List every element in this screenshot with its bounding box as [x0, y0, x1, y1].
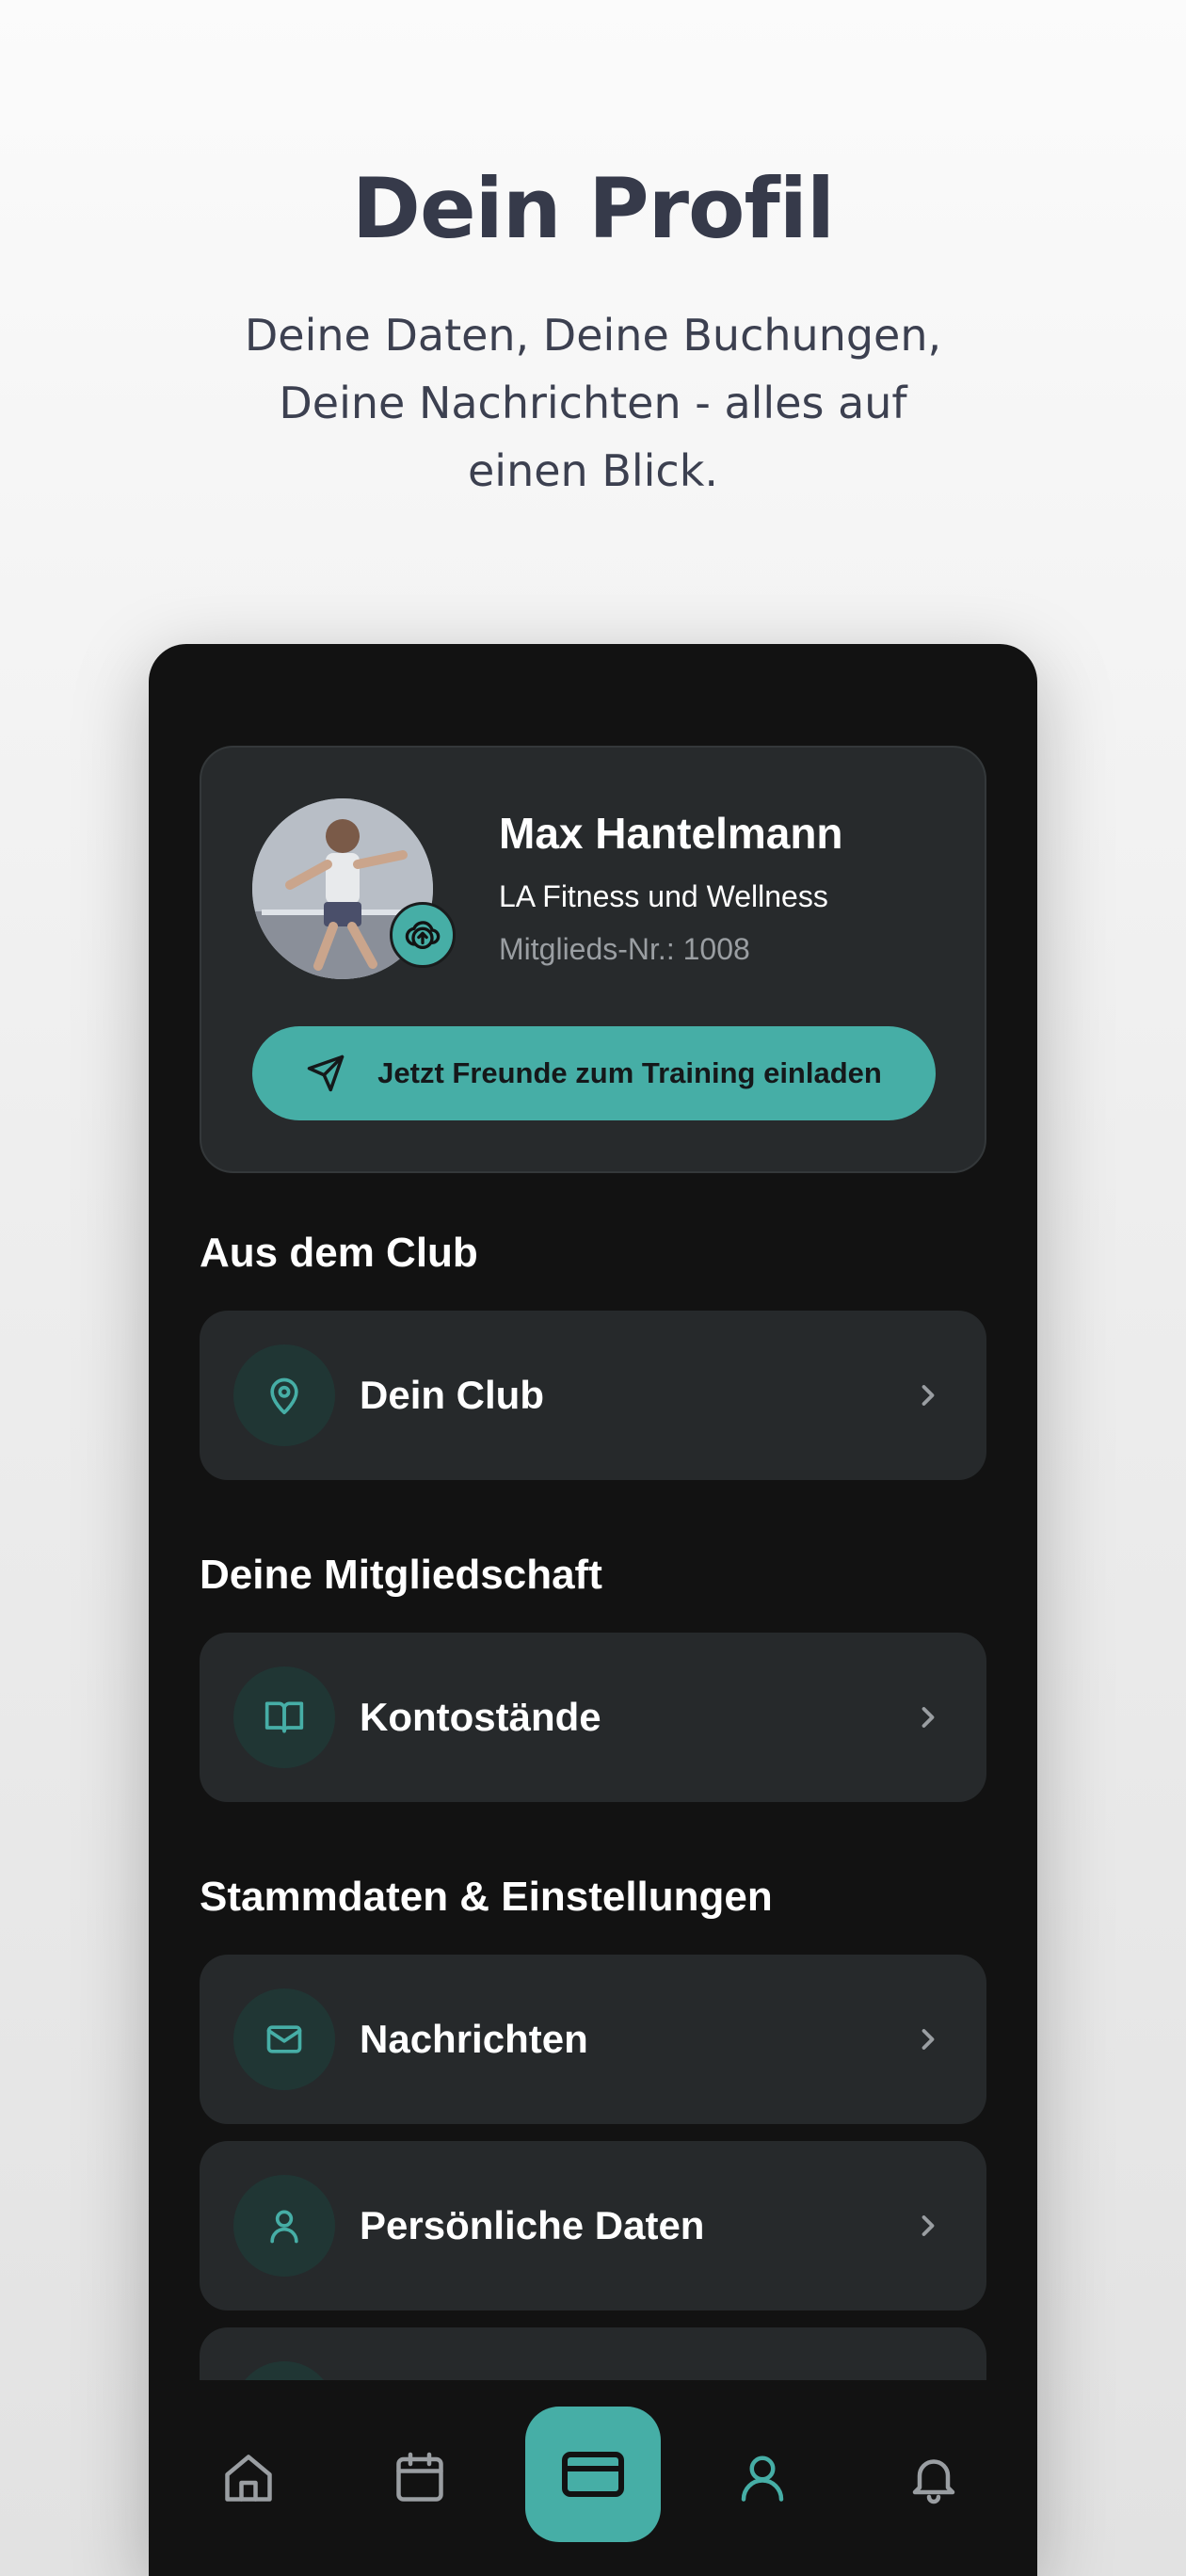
map-pin-icon: [233, 1344, 335, 1446]
user-icon: [233, 2175, 335, 2277]
list-item-persoenliche-daten[interactable]: Persönliche Daten: [200, 2141, 986, 2310]
chevron-right-icon: [922, 2215, 935, 2236]
section-title-membership: Deine Mitgliedschaft: [200, 1552, 602, 1598]
invite-label: Jetzt Freunde zum Training einladen: [377, 1056, 882, 1089]
section-title-club: Aus dem Club: [200, 1230, 478, 1276]
nav-home-icon[interactable]: [192, 2380, 305, 2576]
list-item-label: Nachrichten: [360, 2017, 588, 2061]
list-item-nachrichten[interactable]: Nachrichten: [200, 1955, 986, 2124]
list-item-partial[interactable]: [200, 2327, 986, 2380]
list-item-dein-club[interactable]: Dein Club: [200, 1311, 986, 1480]
send-icon: [307, 1055, 345, 1092]
bottom-nav: [149, 2380, 1037, 2576]
nav-calendar-icon[interactable]: [363, 2380, 476, 2576]
page-subtitle: Deine Daten, Deine Buchungen, Deine Nach…: [244, 310, 942, 496]
invite-friends-button[interactable]: Jetzt Freunde zum Training einladen: [252, 1026, 936, 1120]
page-title: Dein Profil: [351, 160, 835, 257]
book-icon: [233, 1666, 335, 1768]
nav-card-icon[interactable]: [525, 2407, 661, 2542]
list-icon-partial: [233, 2361, 335, 2380]
profile-name: Max Hantelmann: [499, 809, 843, 858]
profile-card: Max Hantelmann LA Fitness und Wellness M…: [200, 746, 986, 1173]
mail-icon: [233, 1988, 335, 2090]
nav-bell-icon[interactable]: [877, 2380, 990, 2576]
list-item-kontostaende[interactable]: Kontostände: [200, 1633, 986, 1802]
section-title-settings: Stammdaten & Einstellungen: [200, 1874, 773, 1920]
scroll-content[interactable]: Max Hantelmann LA Fitness und Wellness M…: [149, 644, 1037, 2380]
nav-profile-icon[interactable]: [706, 2380, 819, 2576]
list-item-label: Persönliche Daten: [360, 2203, 705, 2247]
phone-screen: Max Hantelmann LA Fitness und Wellness M…: [149, 644, 1037, 2576]
list-item-label: Dein Club: [360, 1373, 544, 1417]
chevron-right-icon: [922, 1385, 935, 1406]
upload-cloud-icon[interactable]: [390, 902, 456, 968]
list-item-label: Kontostände: [360, 1695, 601, 1739]
member-number: Mitglieds-Nr.: 1008: [499, 932, 750, 966]
chevron-right-icon: [922, 1707, 935, 1728]
chevron-right-icon: [922, 2029, 935, 2050]
profile-club: LA Fitness und Wellness: [499, 879, 828, 913]
